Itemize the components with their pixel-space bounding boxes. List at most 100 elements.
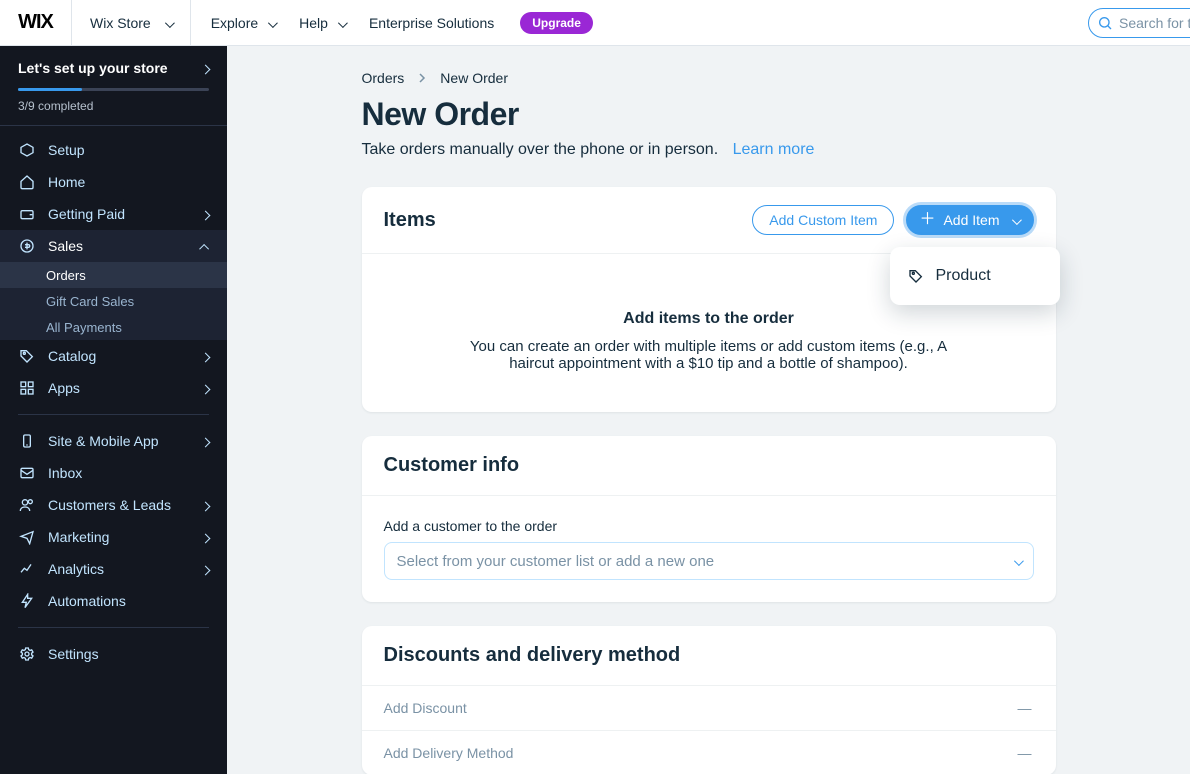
tag-icon (908, 268, 924, 284)
sidebar-item-label: Setup (48, 142, 85, 158)
search-icon (1097, 15, 1113, 31)
breadcrumb: Orders New Order (362, 70, 1056, 86)
sidebar-item-label: Analytics (48, 561, 104, 577)
chevron-down-icon (264, 15, 275, 31)
chevron-right-icon (418, 73, 426, 83)
add-item-dropdown: Product (890, 247, 1060, 305)
sidebar-sub-all-payments[interactable]: All Payments (0, 314, 227, 340)
sidebar-item-label: Automations (48, 593, 126, 609)
top-menu-label: Enterprise Solutions (369, 15, 494, 31)
sidebar-item-home[interactable]: Home (0, 166, 227, 198)
chevron-down-icon (161, 15, 172, 31)
setup-progress-fill (18, 88, 82, 91)
sidebar-item-site-mobile[interactable]: Site & Mobile App (0, 425, 227, 457)
inbox-icon (18, 465, 36, 481)
main-content: Orders New Order New Order Take orders m… (227, 46, 1190, 774)
sidebar-item-customers[interactable]: Customers & Leads (0, 489, 227, 521)
customer-select-placeholder: Select from your customer list or add a … (397, 553, 715, 570)
sidebar-sub-gift-card-sales[interactable]: Gift Card Sales (0, 288, 227, 314)
top-menu-label: Explore (211, 15, 258, 31)
sidebar-item-settings[interactable]: Settings (0, 638, 227, 670)
add-item-button[interactable]: ＋ Add Item (906, 205, 1033, 235)
add-item-dropdown-product[interactable]: Product (890, 257, 1060, 295)
add-discount-value: — (1018, 700, 1034, 716)
sidebar-item-analytics[interactable]: Analytics (0, 553, 227, 585)
upgrade-button[interactable]: Upgrade (520, 12, 593, 34)
setup-card[interactable]: Let's set up your store 3/9 completed (0, 46, 227, 126)
sidebar-item-label: Site & Mobile App (48, 433, 159, 449)
sidebar-sub-label: Orders (46, 268, 86, 283)
sidebar-item-setup[interactable]: Setup (0, 134, 227, 166)
add-discount-label: Add Discount (384, 700, 467, 716)
page-subtitle-text: Take orders manually over the phone or i… (362, 141, 719, 158)
chevron-right-icon (202, 206, 209, 222)
items-card-title: Items (384, 209, 436, 232)
site-selector[interactable]: Wix Store (72, 0, 191, 46)
chevron-right-icon (202, 497, 209, 513)
customer-card: Customer info Add a customer to the orde… (362, 436, 1056, 602)
sidebar-item-label: Settings (48, 646, 99, 662)
chevron-right-icon (202, 529, 209, 545)
page-title: New Order (362, 96, 1056, 133)
page-subtitle: Take orders manually over the phone or i… (362, 141, 1056, 159)
sidebar-item-inbox[interactable]: Inbox (0, 457, 227, 489)
top-menu-help[interactable]: Help (289, 0, 355, 46)
wix-logo[interactable]: WIX (0, 0, 72, 46)
top-menu-label: Help (299, 15, 328, 31)
sidebar-item-label: Getting Paid (48, 206, 125, 222)
chevron-right-icon (202, 348, 209, 364)
discounts-card: Discounts and delivery method Add Discou… (362, 626, 1056, 774)
sidebar-item-label: Inbox (48, 465, 82, 481)
apps-icon (18, 380, 36, 396)
sidebar-sub-label: Gift Card Sales (46, 294, 134, 309)
sidebar-separator (18, 414, 209, 415)
add-item-label: Add Item (943, 212, 999, 228)
sidebar-item-catalog[interactable]: Catalog (0, 340, 227, 372)
items-card: Items Add Custom Item ＋ Add Item Product (362, 187, 1056, 412)
add-delivery-label: Add Delivery Method (384, 745, 514, 761)
chevron-up-icon (202, 238, 209, 254)
sidebar-item-sales[interactable]: Sales (0, 230, 227, 262)
marketing-icon (18, 529, 36, 545)
sidebar-sub-label: All Payments (46, 320, 122, 335)
sidebar-item-getting-paid[interactable]: Getting Paid (0, 198, 227, 230)
sidebar-item-marketing[interactable]: Marketing (0, 521, 227, 553)
search-input[interactable] (1119, 15, 1190, 31)
global-search[interactable] (1088, 8, 1190, 38)
customer-select[interactable]: Select from your customer list or add a … (384, 542, 1034, 580)
gear-icon (18, 646, 36, 662)
site-selector-label: Wix Store (90, 15, 151, 31)
analytics-icon (18, 561, 36, 577)
setup-card-title: Let's set up your store (18, 60, 168, 76)
sidebar-sub-orders[interactable]: Orders (0, 262, 227, 288)
home-icon (18, 174, 36, 190)
catalog-icon (18, 348, 36, 364)
customer-select-label: Add a customer to the order (384, 518, 1034, 534)
chevron-down-icon (334, 15, 345, 31)
chevron-down-icon (1008, 212, 1019, 228)
sales-icon (18, 238, 36, 254)
chevron-right-icon (202, 561, 209, 577)
sidebar-item-label: Home (48, 174, 85, 190)
learn-more-link[interactable]: Learn more (733, 141, 815, 158)
add-discount-row[interactable]: Add Discount — (362, 686, 1056, 730)
breadcrumb-orders[interactable]: Orders (362, 70, 405, 86)
items-empty-desc: You can create an order with multiple it… (449, 338, 969, 372)
sidebar-item-apps[interactable]: Apps (0, 372, 227, 404)
customer-card-title: Customer info (384, 454, 520, 477)
add-delivery-row[interactable]: Add Delivery Method — (362, 730, 1056, 774)
chevron-right-icon (202, 60, 209, 76)
discounts-card-title: Discounts and delivery method (384, 644, 681, 667)
sidebar-item-automations[interactable]: Automations (0, 585, 227, 617)
top-menu-enterprise[interactable]: Enterprise Solutions (359, 0, 504, 46)
add-custom-item-button[interactable]: Add Custom Item (752, 205, 894, 235)
top-menu-explore[interactable]: Explore (201, 0, 285, 46)
sidebar: Let's set up your store 3/9 completed Se… (0, 46, 227, 774)
chevron-right-icon (202, 433, 209, 449)
plus-icon: ＋ (919, 212, 935, 228)
add-delivery-value: — (1018, 745, 1034, 761)
sidebar-item-label: Sales (48, 238, 83, 254)
items-empty-title: Add items to the order (402, 310, 1016, 328)
setup-icon (18, 142, 36, 158)
sidebar-item-label: Marketing (48, 529, 109, 545)
